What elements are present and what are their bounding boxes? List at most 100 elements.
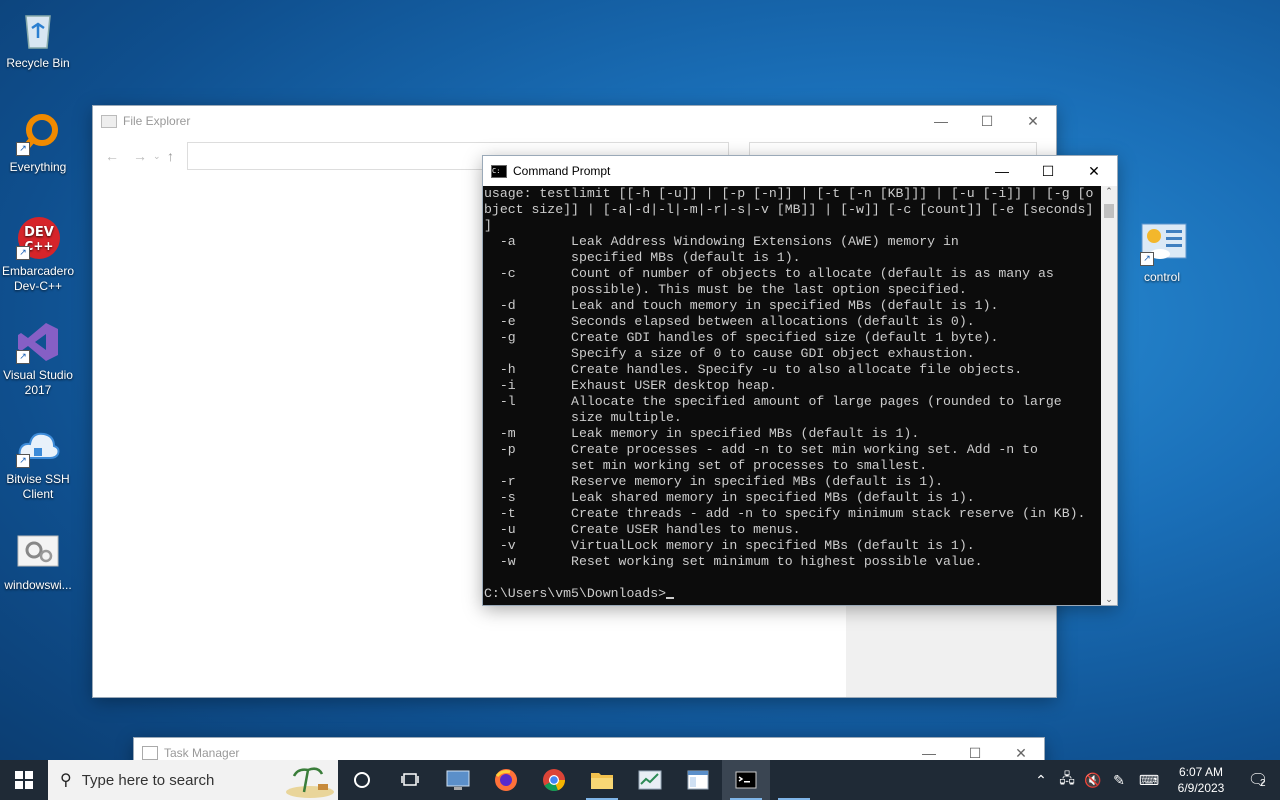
notifications-button[interactable]: 🗨 2 (1236, 770, 1280, 790)
control-panel-icon: ↗ (1140, 222, 1187, 266)
window-app-icon (687, 770, 709, 790)
desktop-icon-label: control (1143, 270, 1181, 284)
desktop-icon-control[interactable]: ↗ control (1124, 222, 1200, 285)
taskbar-app-firefox[interactable] (482, 760, 530, 800)
close-button[interactable]: ✕ (1071, 156, 1117, 186)
desktop-icon-windowswi[interactable]: windowswi... (0, 530, 76, 593)
desktop-icon-label: Everything (9, 160, 67, 174)
file-explorer-title: File Explorer (123, 114, 191, 128)
desktop-icon-bitvise[interactable]: ↗ Bitvise SSH Client (0, 424, 76, 502)
firefox-icon (495, 769, 517, 791)
pen-icon[interactable]: ✎ (1106, 772, 1132, 789)
console-line: set min working set of processes to smal… (484, 458, 928, 473)
dev-cpp-icon: DEV C++ ↗ (16, 216, 60, 260)
console-prompt: C:\Users\vm5\Downloads> (484, 586, 1104, 602)
remote-desktop-icon (446, 770, 470, 790)
desktop-icon-label: Bitvise SSH Client (6, 472, 70, 501)
bitvise-icon: ↗ (16, 424, 60, 468)
console-line: -r Reserve memory in specified MBs (defa… (484, 474, 943, 489)
vertical-scrollbar[interactable]: ⌃ ⌄ (1101, 186, 1117, 605)
maximize-button[interactable]: ☐ (964, 106, 1010, 136)
taskbar-app-chrome[interactable] (530, 760, 578, 800)
everything-icon: ↗ (16, 112, 60, 156)
taskbar-clock[interactable]: 6:07 AM 6/9/2023 (1166, 764, 1236, 796)
taskbar-app-file-explorer[interactable] (578, 760, 626, 800)
console-line: -s Leak shared memory in specified MBs (… (484, 490, 975, 505)
svg-text:DEV: DEV (24, 225, 54, 240)
task-view-icon (401, 773, 419, 786)
shortcut-arrow-icon: ↗ (1140, 252, 1154, 266)
desktop-icon-label: Embarcadero Dev-C++ (1, 264, 75, 293)
scroll-up-arrow-icon[interactable]: ⌃ (1101, 186, 1117, 197)
cortana-button[interactable] (338, 760, 386, 800)
command-prompt-window[interactable]: C: Command Prompt — ☐ ✕ usage: testlimit… (483, 156, 1117, 605)
desktop-icon-visual-studio[interactable]: ↗ Visual Studio 2017 (0, 320, 76, 398)
file-explorer-icon (101, 114, 117, 128)
shortcut-arrow-icon: ↗ (16, 142, 30, 156)
command-prompt-titlebar[interactable]: C: Command Prompt — ☐ ✕ (483, 156, 1117, 186)
taskbar-app-remote-desktop[interactable] (434, 760, 482, 800)
chevron-up-icon[interactable]: ⌃ (1028, 772, 1054, 789)
desktop-icon-label: Visual Studio 2017 (3, 368, 73, 397)
command-prompt-icon (735, 771, 757, 789)
task-manager-icon (142, 746, 158, 760)
visual-studio-icon: ↗ (16, 320, 60, 364)
start-button[interactable] (0, 760, 48, 800)
cmd-icon: C: (491, 164, 507, 178)
console-line: bject size]] | [-a|-d|-l|-m|-r|-s|-v [MB… (484, 202, 1094, 217)
settings-file-icon (16, 530, 60, 574)
desktop-icon-everything[interactable]: ↗ Everything (0, 112, 76, 175)
cortana-circle-icon (354, 772, 370, 788)
console-line: -d Leak and touch memory in specified MB… (484, 298, 999, 313)
console-line: -h Create handles. Specify -u to also al… (484, 362, 1023, 377)
file-explorer-titlebar[interactable]: File Explorer — ☐ ✕ (93, 106, 1056, 136)
task-manager-title: Task Manager (164, 746, 240, 760)
chrome-icon (543, 769, 566, 792)
desktop-icon-recycle-bin[interactable]: Recycle Bin (0, 8, 76, 71)
console-line: ] (484, 218, 492, 233)
console-line: -a Leak Address Windowing Extensions (AW… (484, 234, 959, 249)
system-tray: ⌃ 🖧 🔇 ✎ ⌨ 6:07 AM 6/9/2023 🗨 2 (1028, 760, 1280, 800)
console-line: -c Count of number of objects to allocat… (484, 266, 1054, 281)
console-line: Specify a size of 0 to cause GDI object … (484, 346, 975, 361)
console-line: -v VirtualLock memory in specified MBs (… (484, 538, 975, 553)
scroll-down-arrow-icon[interactable]: ⌄ (1101, 594, 1117, 605)
console-line: -m Leak memory in specified MBs (default… (484, 426, 920, 441)
recycle-bin-icon (16, 8, 60, 52)
taskbar-app-extra[interactable] (770, 760, 818, 800)
folder-icon (591, 773, 613, 789)
console-line: -w Reset working set minimum to highest … (484, 554, 983, 569)
taskbar-search-box[interactable]: ⚲ Type here to search (48, 760, 338, 800)
windows-logo-icon (15, 771, 33, 789)
scrollbar-thumb[interactable] (1104, 204, 1114, 218)
search-placeholder: Type here to search (81, 771, 215, 789)
close-button[interactable]: ✕ (1010, 106, 1056, 136)
clock-date: 6/9/2023 (1177, 781, 1225, 795)
chevron-down-icon[interactable]: ⌄ (153, 151, 167, 162)
console-line: specified MBs (default is 1). (484, 250, 801, 265)
console-line: usage: testlimit [[-h [-u]] | [-p [-n]] … (484, 186, 1094, 201)
up-arrow-icon[interactable]: ↑ (167, 148, 187, 164)
notification-count: 2 (1260, 778, 1266, 789)
taskbar-app-command-prompt[interactable] (722, 760, 770, 800)
forward-arrow-icon[interactable]: → (133, 148, 153, 164)
task-view-button[interactable] (386, 760, 434, 800)
minimize-button[interactable]: — (979, 156, 1025, 186)
minimize-button[interactable]: — (918, 106, 964, 136)
taskbar: ⚲ Type here to search ⌃ 🖧 🔇 ✎ ⌨ 6:07 AM … (0, 760, 1280, 800)
desktop-icon-dev-cpp[interactable]: DEV C++ ↗ Embarcadero Dev-C++ (0, 216, 76, 294)
volume-muted-icon[interactable]: 🔇 (1080, 772, 1106, 789)
console-line: possible). This must be the last option … (484, 282, 967, 297)
maximize-button[interactable]: ☐ (1025, 156, 1071, 186)
console-line: -l Allocate the specified amount of larg… (484, 394, 1062, 409)
network-icon[interactable]: 🖧 (1054, 768, 1080, 792)
details-pane (846, 606, 1056, 697)
keyboard-icon[interactable]: ⌨ (1132, 772, 1166, 789)
console-line: -p Create processes - add -n to set min … (484, 442, 1038, 457)
back-arrow-icon[interactable]: ← (105, 148, 125, 164)
console-output[interactable]: usage: testlimit [[-h [-u]] | [-p [-n]] … (483, 186, 1104, 605)
console-line: -i Exhaust USER desktop heap. (484, 378, 777, 393)
taskbar-app-window[interactable] (674, 760, 722, 800)
taskbar-app-task-manager[interactable] (626, 760, 674, 800)
